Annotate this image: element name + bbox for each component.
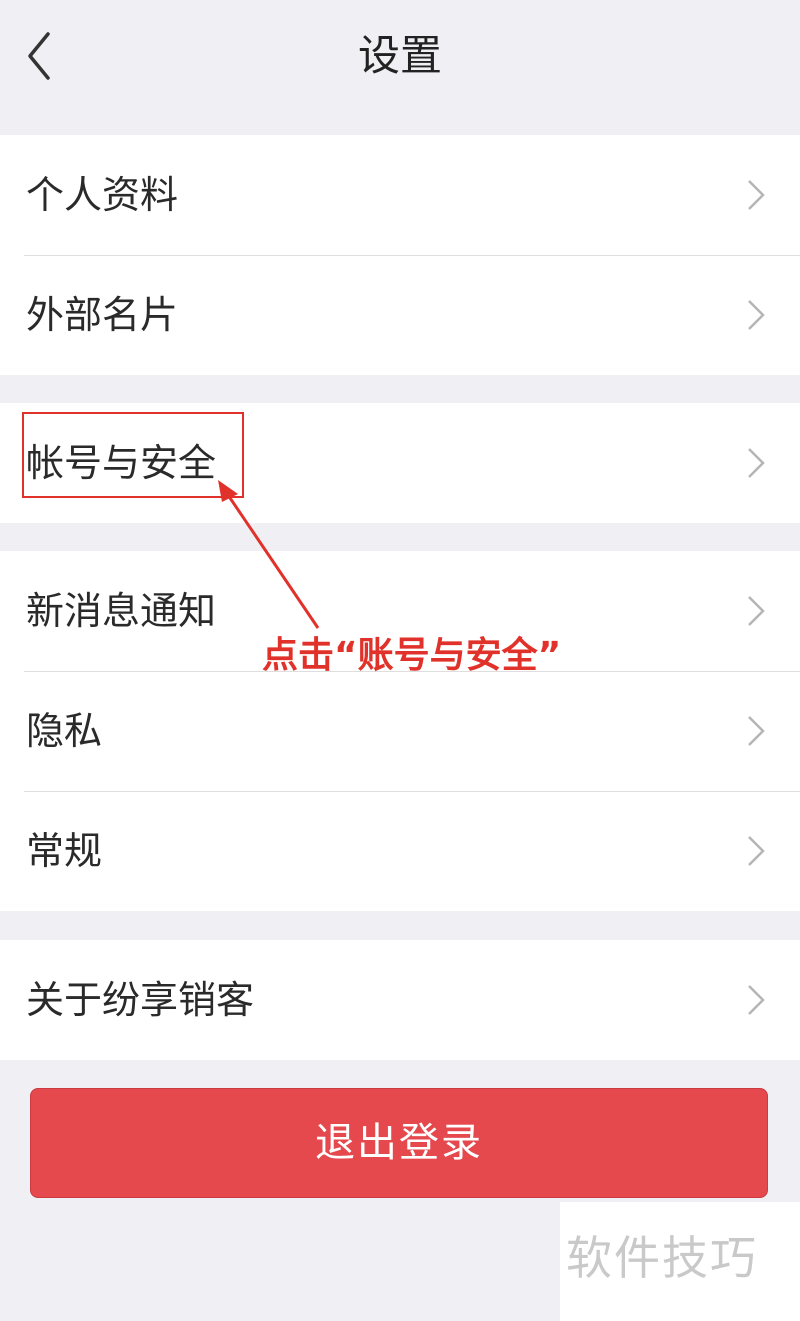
chevron-right-icon xyxy=(748,448,765,478)
settings-item-label: 新消息通知 xyxy=(26,589,217,633)
settings-item-personal-info[interactable]: 个人资料 xyxy=(0,135,800,255)
settings-item-label: 隐私 xyxy=(26,709,103,753)
chevron-right-icon xyxy=(748,985,765,1015)
settings-item-privacy[interactable]: 隐私 xyxy=(0,671,800,791)
annotation-text: 点击“账号与安全” xyxy=(262,635,562,676)
settings-group-profile: 个人资料 外部名片 xyxy=(0,135,800,375)
settings-item-label: 关于纷享销客 xyxy=(26,978,255,1022)
chevron-right-icon xyxy=(748,836,765,866)
logout-button[interactable]: 退出登录 xyxy=(30,1088,768,1198)
settings-item-label: 个人资料 xyxy=(26,173,179,217)
chevron-right-icon xyxy=(748,716,765,746)
watermark: 软件技巧 xyxy=(566,1231,758,1285)
chevron-right-icon xyxy=(748,300,765,330)
navigation-bar: 设置 xyxy=(0,0,800,112)
chevron-right-icon xyxy=(748,596,765,626)
settings-group-general: 新消息通知 隐私 常规 xyxy=(0,551,800,911)
settings-item-label: 外部名片 xyxy=(26,293,179,337)
settings-item-about[interactable]: 关于纷享销客 xyxy=(0,940,800,1060)
settings-item-label: 常规 xyxy=(26,829,103,873)
chevron-right-icon xyxy=(748,180,765,210)
settings-item-general[interactable]: 常规 xyxy=(0,791,800,911)
page-title: 设置 xyxy=(357,31,442,80)
settings-item-external-card[interactable]: 外部名片 xyxy=(0,255,800,375)
annotation-highlight-box xyxy=(22,412,244,498)
settings-group-about: 关于纷享销客 xyxy=(0,940,800,1060)
